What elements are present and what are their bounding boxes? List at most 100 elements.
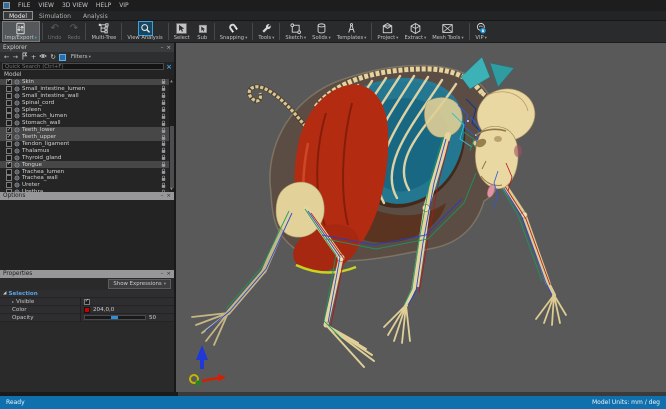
property-group-selection[interactable]: ◢ Selection	[0, 290, 174, 298]
visibility-checkbox[interactable]	[6, 107, 12, 113]
tree-item-tongue[interactable]: ✓Tongue	[0, 161, 174, 168]
tree-item-urethra[interactable]: Urethra	[0, 189, 174, 193]
pin-panel-icon[interactable]: –	[161, 193, 164, 199]
sketch-button[interactable]: Sketch▾	[282, 21, 309, 42]
tab-analysis[interactable]: Analysis	[77, 11, 114, 20]
visibility-checkbox[interactable]	[6, 120, 12, 126]
chevron-down-icon: ▾	[424, 35, 426, 42]
tree-scrollbar[interactable]: ▲ ▼	[169, 79, 174, 193]
visibility-checkbox[interactable]: ✓	[6, 127, 12, 133]
anatomical-model-canvas[interactable]	[176, 43, 664, 392]
add-icon[interactable]: +	[31, 52, 36, 62]
pin-icon[interactable]	[21, 52, 28, 63]
pin-panel-icon[interactable]: –	[161, 271, 164, 277]
tree-item-teeth-upper[interactable]: ✓Teeth_upper	[0, 134, 174, 141]
view-analysis-button[interactable]: View Analysis	[124, 21, 165, 42]
visibility-checkbox[interactable]: ✓	[6, 79, 12, 85]
select-button[interactable]: Select	[171, 21, 193, 42]
tools-button[interactable]: Tools▾	[255, 21, 277, 42]
lock-icon[interactable]	[161, 189, 166, 193]
visibility-checkbox[interactable]	[6, 86, 12, 92]
undo-button[interactable]: ↶Undo	[45, 21, 65, 42]
mesh-tools-button[interactable]: Mesh Tools▾	[429, 21, 466, 42]
tree-item-trachea-wall[interactable]: Trachea_wall	[0, 175, 174, 182]
pin-panel-icon[interactable]: –	[161, 45, 164, 51]
model-node-icon	[14, 134, 20, 140]
tree-item-tendon-ligament[interactable]: Tendon_ligament	[0, 141, 174, 148]
menu-item-file[interactable]: FILE	[14, 0, 34, 11]
project-button[interactable]: Project▾	[374, 21, 401, 42]
3d-viewport[interactable]	[176, 43, 666, 392]
tree-item-spinal-cord[interactable]: Spinal_cord	[0, 99, 174, 106]
menu-item-help[interactable]: HELP	[92, 0, 115, 11]
tree-item-label: Ureter	[22, 182, 40, 188]
visible-checkbox[interactable]: ✓	[84, 299, 90, 305]
close-panel-icon[interactable]: ×	[166, 271, 171, 277]
import-export-icon	[14, 22, 27, 35]
visibility-checkbox[interactable]	[6, 169, 12, 175]
model-node-icon	[14, 100, 20, 106]
menu-item-3d-view[interactable]: 3D VIEW	[58, 0, 92, 11]
menu-item-vip[interactable]: VIP	[115, 0, 133, 11]
imp-export-button[interactable]: Imp/Export▾	[2, 21, 40, 42]
color-swatch[interactable]	[84, 307, 90, 313]
scroll-up-icon[interactable]: ▲	[169, 79, 174, 84]
tree-item-thyroid-gland[interactable]: Thyroid_gland	[0, 154, 174, 161]
tree-item-stomach-wall[interactable]: Stomach_wall	[0, 120, 174, 127]
collapse-arrow-icon[interactable]: ◢	[3, 291, 6, 296]
scroll-down-icon[interactable]: ▼	[169, 187, 174, 192]
tree-item-label: Urethra	[22, 189, 43, 192]
visibility-checkbox[interactable]: ✓	[6, 134, 12, 140]
visibility-checkbox[interactable]	[6, 141, 12, 147]
close-panel-icon[interactable]: ×	[166, 193, 171, 199]
vip-button[interactable]: VIP▾	[472, 21, 491, 42]
refresh-icon[interactable]: ↻	[50, 52, 55, 62]
visibility-checkbox[interactable]: ✓	[6, 162, 12, 168]
tree-item-teeth-lower[interactable]: ✓Teeth_lower	[0, 127, 174, 134]
visibility-checkbox[interactable]	[6, 189, 12, 192]
view-mode-icon[interactable]	[59, 54, 66, 61]
clear-search-icon[interactable]: ×	[166, 63, 172, 71]
visibility-checkbox[interactable]	[6, 175, 12, 181]
filters-button[interactable]: Filters ▾	[71, 54, 91, 60]
multi-tree-button[interactable]: Multi-Tree	[88, 21, 119, 42]
tab-simulation[interactable]: Simulation	[33, 11, 77, 20]
tree-item-spleen[interactable]: Spleen	[0, 106, 174, 113]
forward-icon[interactable]: →	[12, 52, 17, 62]
back-icon[interactable]: ←	[4, 52, 9, 62]
close-panel-icon[interactable]: ×	[166, 45, 171, 51]
tree-item-stomach-lumen[interactable]: Stomach_lumen	[0, 113, 174, 120]
snapping-button[interactable]: Snapping▾	[217, 21, 251, 42]
ribbon-tabs: ModelSimulationAnalysis	[0, 11, 666, 21]
extract-button[interactable]: Extract▾	[401, 21, 429, 42]
visibility-checkbox[interactable]	[6, 148, 12, 154]
tree-item-small-intestine-lumen[interactable]: Small_intestine_lumen	[0, 85, 174, 92]
solids-button[interactable]: Solids▾	[309, 21, 334, 42]
visibility-checkbox[interactable]	[6, 113, 12, 119]
tree-item-ureter[interactable]: Ureter	[0, 182, 174, 189]
redo-button[interactable]: ↷Redo	[64, 21, 83, 42]
visibility-checkbox[interactable]	[6, 100, 12, 106]
view-analysis-icon	[139, 22, 152, 35]
tree-item-thalamus[interactable]: Thalamus	[0, 147, 174, 154]
opacity-slider[interactable]	[84, 315, 146, 320]
tree-item-skin[interactable]: ✓Skin	[0, 79, 174, 86]
sub-button[interactable]: Sub	[193, 21, 212, 42]
tab-model[interactable]: Model	[3, 11, 33, 20]
templates-icon	[345, 22, 358, 35]
quick-search-input[interactable]	[2, 63, 164, 70]
visibility-checkbox[interactable]	[6, 93, 12, 99]
scrollbar-thumb[interactable]	[170, 126, 174, 187]
visibility-checkbox[interactable]	[6, 182, 12, 188]
templates-button[interactable]: Templates▾	[334, 21, 370, 42]
slider-handle[interactable]	[111, 316, 118, 319]
tree-item-small-intestine-wall[interactable]: Small_intestine_wall	[0, 92, 174, 99]
menu-item-view[interactable]: VIEW	[34, 0, 58, 11]
eye-icon[interactable]	[39, 52, 47, 63]
tree-item-trachea-lumen[interactable]: Trachea_lumen	[0, 168, 174, 175]
toolbar-button-label: VIP	[475, 35, 483, 42]
toolbar-button-label: Project	[377, 35, 395, 42]
visibility-checkbox[interactable]	[6, 155, 12, 161]
show-expressions-button[interactable]: Show Expressions ▾	[108, 279, 171, 289]
toolbar-button-label: View Analysis	[127, 35, 162, 42]
